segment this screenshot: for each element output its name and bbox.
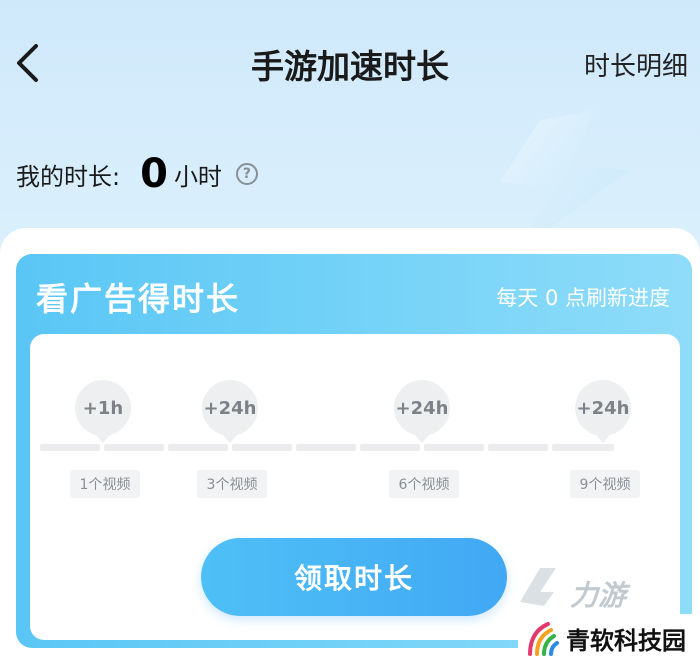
my-hours-summary: 我的时长: 0 小时 ? <box>16 154 258 194</box>
chevron-left-icon <box>17 44 38 82</box>
claim-duration-button[interactable]: 领取时长 <box>201 538 507 616</box>
milestone-video-count: 1个视频 <box>70 470 140 498</box>
my-hours-value: 0 <box>140 151 168 197</box>
milestone-reward-bubble: +24h <box>575 380 631 436</box>
watermark-brand-bar: 青软科技园 <box>518 614 700 662</box>
progress-segment <box>104 444 164 451</box>
brand-signal-icon <box>528 622 559 656</box>
milestone-video-count: 6个视频 <box>389 470 459 498</box>
progress-segment <box>296 444 356 451</box>
refresh-note: 每天 0 点刷新进度 <box>496 286 670 310</box>
milestone-video-count: 9个视频 <box>570 470 640 498</box>
milestone-reward-bubble: +1h <box>75 380 131 436</box>
help-icon[interactable]: ? <box>235 163 258 185</box>
progress-segment <box>424 444 484 451</box>
my-hours-unit: 小时 <box>173 162 222 191</box>
progress-segment <box>168 444 228 451</box>
watermark-logo-text: 力游 <box>570 579 627 612</box>
back-button[interactable] <box>10 38 44 88</box>
watermark-brand-text: 青软科技园 <box>566 626 686 655</box>
progress-segment <box>40 444 100 451</box>
milestone-video-count: 3个视频 <box>197 470 267 498</box>
progress-segment <box>488 444 548 451</box>
milestone-reward-bubble: +24h <box>202 380 258 436</box>
header-bar: 手游加速时长 时长明细 <box>0 0 700 120</box>
progress-segment <box>232 444 292 451</box>
my-hours-label: 我的时长: <box>16 162 121 191</box>
milestone-reward-bubble: +24h <box>394 380 450 436</box>
progress-segment <box>360 444 420 451</box>
duration-detail-link[interactable]: 时长明细 <box>584 46 688 83</box>
progress-segment <box>552 444 614 451</box>
ad-card-title: 看广告得时长 <box>36 280 241 318</box>
